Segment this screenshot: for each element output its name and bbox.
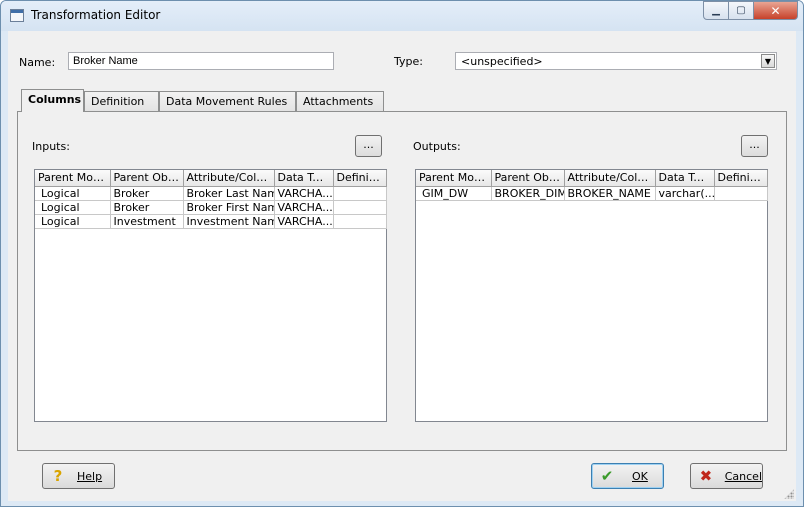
table-row[interactable]: GIM_DW BROKER_DIM BROKER_NAME varchar(..… [416, 185, 768, 201]
outputs-browse-button[interactable]: ... [741, 135, 768, 157]
table-cell: BROKER_NAME [563, 185, 656, 201]
inputs-grid[interactable]: Parent Model Parent Obj... Attribute/Col… [34, 169, 387, 422]
name-label: Name: [19, 56, 56, 69]
table-cell: BROKER_DIM [490, 185, 565, 201]
table-cell: Broker [109, 199, 184, 215]
close-icon: ✕ [770, 3, 781, 18]
resize-grip[interactable] [784, 489, 794, 499]
window-app-icon [10, 9, 24, 22]
table-row[interactable]: Logical Investment Investment Name VARCH… [35, 213, 387, 229]
table-cell [332, 185, 387, 201]
table-cell: Logical [35, 199, 111, 215]
title-bar[interactable]: Transformation Editor ▁ ▢ ✕ [1, 1, 803, 31]
maximize-icon: ▢ [736, 5, 746, 16]
table-cell: varchar(... [654, 185, 715, 201]
table-cell: Broker [109, 185, 184, 201]
x-icon: ✖ [699, 467, 713, 485]
table-cell: Broker First Name [182, 199, 275, 215]
table-cell [332, 213, 387, 229]
table-row[interactable]: Logical Broker Broker Last Name VARCHA..… [35, 185, 387, 201]
tab-definition[interactable]: Definition [84, 91, 159, 111]
minimize-button[interactable]: ▁ [703, 1, 729, 20]
table-cell: Logical [35, 185, 111, 201]
outputs-header-row: Parent Model Parent Obj... Attribute/Col… [416, 170, 768, 187]
dropdown-arrow-icon[interactable]: ▼ [761, 54, 775, 68]
table-cell [332, 199, 387, 215]
outputs-label: Outputs: [413, 140, 461, 153]
ok-button[interactable]: ✔ OK [591, 463, 664, 489]
type-selected-value: <unspecified> [461, 55, 543, 68]
columns-tab-panel: Inputs: ... Parent Model Parent Obj... A… [17, 111, 787, 451]
maximize-button[interactable]: ▢ [729, 1, 754, 20]
checkmark-icon: ✔ [600, 467, 614, 485]
inputs-col-attribute-column[interactable]: Attribute/Column [182, 170, 275, 187]
inputs-header-row: Parent Model Parent Obj... Attribute/Col… [35, 170, 387, 187]
outputs-grid[interactable]: Parent Model Parent Obj... Attribute/Col… [415, 169, 768, 422]
tab-columns[interactable]: Columns [21, 89, 84, 112]
minimize-icon: ▁ [712, 5, 720, 16]
table-cell: Investment [109, 213, 184, 229]
table-row[interactable]: Logical Broker Broker First Name VARCHA.… [35, 199, 387, 215]
inputs-browse-button[interactable]: ... [355, 135, 382, 157]
inputs-col-definition[interactable]: Definition [332, 170, 387, 187]
outputs-col-parent-model[interactable]: Parent Model [416, 170, 492, 187]
table-cell: Logical [35, 213, 111, 229]
tab-data-movement-rules[interactable]: Data Movement Rules [159, 91, 296, 111]
inputs-col-data-type[interactable]: Data Type [273, 170, 334, 187]
type-label: Type: [394, 55, 423, 68]
table-cell: VARCHA... [273, 213, 334, 229]
table-cell: VARCHA... [273, 185, 334, 201]
help-button[interactable]: ? Help [42, 463, 115, 489]
close-button[interactable]: ✕ [754, 1, 798, 20]
cancel-button[interactable]: ✖ Cancel [690, 463, 763, 489]
outputs-col-data-type[interactable]: Data Type [654, 170, 715, 187]
outputs-col-definition[interactable]: Definition [713, 170, 768, 187]
caption-buttons: ▁ ▢ ✕ [703, 1, 798, 20]
cancel-button-label: Cancel [724, 469, 762, 483]
table-cell: Broker Last Name [182, 185, 275, 201]
table-cell: Investment Name [182, 213, 275, 229]
name-input[interactable] [68, 52, 334, 70]
outputs-table: Parent Model Parent Obj... Attribute/Col… [416, 170, 768, 201]
type-dropdown[interactable]: <unspecified> ▼ [455, 52, 777, 70]
outputs-col-parent-object[interactable]: Parent Obj... [490, 170, 565, 187]
inputs-col-parent-object[interactable]: Parent Obj... [109, 170, 184, 187]
inputs-label: Inputs: [32, 140, 70, 153]
inputs-table: Parent Model Parent Obj... Attribute/Col… [35, 170, 387, 229]
window-title: Transformation Editor [31, 8, 161, 22]
transformation-editor-window: Transformation Editor ▁ ▢ ✕ Name: Type: … [0, 0, 804, 507]
outputs-col-attribute-column[interactable]: Attribute/Column [563, 170, 656, 187]
table-cell [713, 185, 768, 201]
question-mark-icon: ? [53, 467, 63, 485]
dialog-client-area: Name: Type: <unspecified> ▼ Columns Defi… [8, 31, 796, 501]
help-button-label: Help [77, 469, 103, 483]
table-cell: VARCHA... [273, 199, 334, 215]
ok-button-label: OK [632, 469, 648, 483]
table-cell: GIM_DW [416, 185, 492, 201]
tab-attachments[interactable]: Attachments [296, 91, 384, 111]
inputs-col-parent-model[interactable]: Parent Model [35, 170, 111, 187]
